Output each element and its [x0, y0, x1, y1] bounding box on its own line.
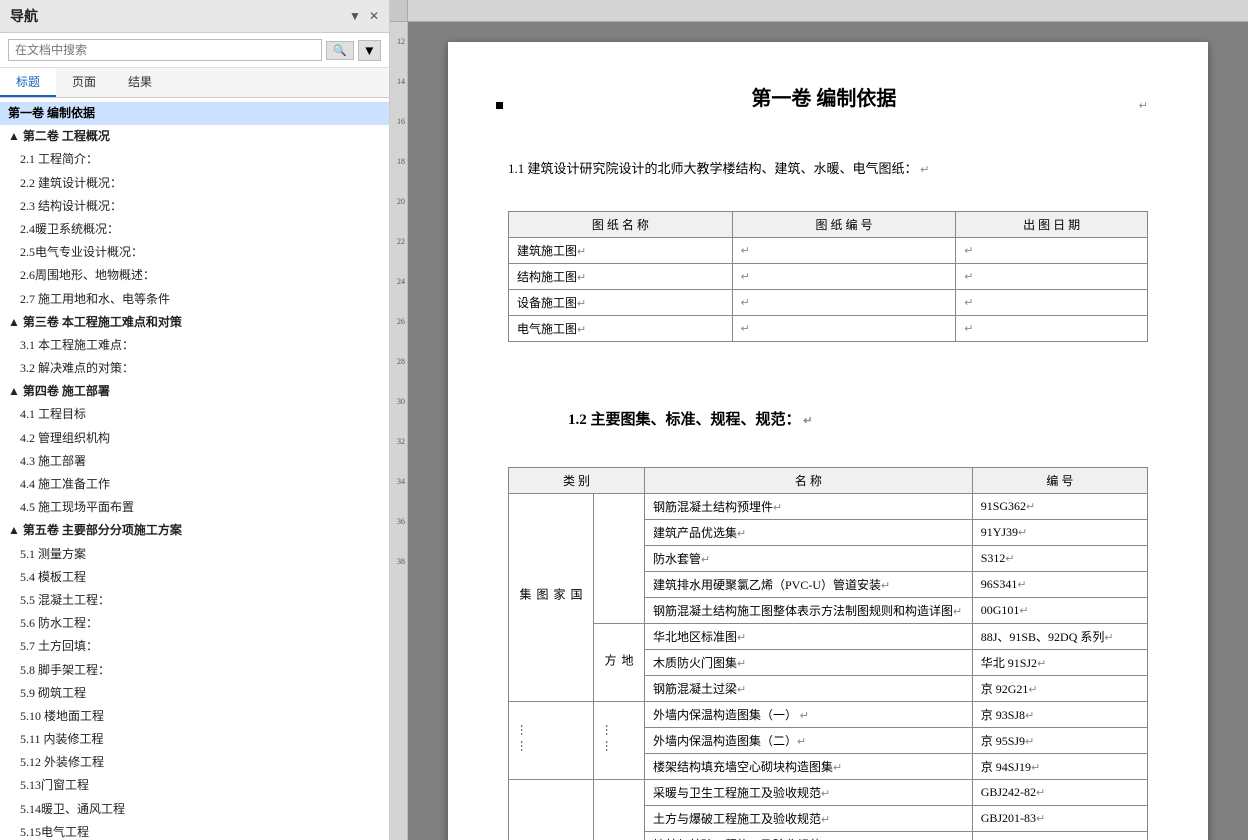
doc-page: 第一卷 编制依据 ↵ 1.1 建筑设计研究院设计的北师大教学楼结构、建筑、水暖、… [448, 42, 1208, 840]
nav-title: 导航 [10, 6, 38, 26]
search-input[interactable] [8, 39, 322, 61]
tree-item-14[interactable]: 4.2 管理组织机构 [0, 427, 389, 450]
tree-item-12[interactable]: ▲ 第四卷 施工部署 [0, 380, 389, 403]
tree-item-10[interactable]: 3.1 本工程施工难点： [0, 334, 389, 357]
table-row: 国家图集 钢筋混凝土结构预埋件↵ 91SG362↵ [509, 493, 1148, 519]
navigation-panel: 导航 ▼ ✕ 🔍 ▼ 标题 页面 结果 第一卷 编制依据▲ 第二卷 工程概况2.… [0, 0, 390, 840]
tree-item-21[interactable]: 5.5 混凝土工程： [0, 589, 389, 612]
doc-title: 第一卷 编制依据 [509, 82, 1139, 111]
tree-item-6[interactable]: 2.5电气专业设计概况： [0, 241, 389, 264]
tree-item-7[interactable]: 2.6周围地形、地物概述： [0, 264, 389, 287]
table-standards-list: 类 别 名 称 编 号 国家图集 钢筋混凝土结构预埋件↵ [508, 467, 1148, 840]
th-drawing-name: 图 纸 名 称 [509, 211, 733, 237]
tree-item-31[interactable]: 5.15电气工程 [0, 821, 389, 840]
th-category: 类 别 [509, 467, 645, 493]
tree-item-17[interactable]: 4.5 施工现场平面布置 [0, 496, 389, 519]
tree-item-8[interactable]: 2.7 施工用地和水、电等条件 [0, 288, 389, 311]
tree-item-30[interactable]: 5.14暖卫、通风工程 [0, 798, 389, 821]
table-row: 电气施工图↵↵↵ [509, 315, 1148, 341]
left-ruler: 1214161820222426283032343638 [390, 22, 408, 840]
tree-item-27[interactable]: 5.11 内装修工程 [0, 728, 389, 751]
tab-page[interactable]: 页面 [56, 68, 112, 97]
th-name: 名 称 [645, 467, 973, 493]
tree-item-2[interactable]: 2.1 工程简介： [0, 148, 389, 171]
tree-item-9[interactable]: ▲ 第三卷 本工程施工难点和对策 [0, 311, 389, 334]
page-wrapper: 第一卷 编制依据 ↵ 1.1 建筑设计研究院设计的北师大教学楼结构、建筑、水暖、… [408, 22, 1248, 840]
tree-item-11[interactable]: 3.2 解决难点的对策： [0, 357, 389, 380]
tab-results[interactable]: 结果 [112, 68, 168, 97]
table-drawing-list: 图 纸 名 称 图 纸 编 号 出 图 日 期 建筑施工图↵↵↵结构施工图↵↵↵… [508, 211, 1148, 342]
nav-header-controls: ▼ ✕ [349, 9, 379, 24]
ruler-bar [390, 0, 1248, 22]
tree-item-0[interactable]: 第一卷 编制依据 [0, 102, 389, 125]
tree-item-4[interactable]: 2.3 结构设计概况： [0, 195, 389, 218]
th-number: 编 号 [972, 467, 1147, 493]
search-bar: 🔍 ▼ [0, 33, 389, 68]
table-row: 设备施工图↵↵↵ [509, 289, 1148, 315]
search-dropdown-button[interactable]: ▼ [358, 40, 381, 61]
tree-item-3[interactable]: 2.2 建筑设计概况： [0, 172, 389, 195]
nav-tree: 第一卷 编制依据▲ 第二卷 工程概况2.1 工程简介：2.2 建筑设计概况：2.… [0, 98, 389, 840]
tree-item-18[interactable]: ▲ 第五卷 主要部分分项施工方案 [0, 519, 389, 542]
th-drawing-date: 出 图 日 期 [956, 211, 1148, 237]
tree-item-25[interactable]: 5.9 砌筑工程 [0, 682, 389, 705]
nav-dropdown-icon[interactable]: ▼ [349, 9, 361, 24]
tree-item-22[interactable]: 5.6 防水工程： [0, 612, 389, 635]
table-row: 建筑施工图↵↵↵ [509, 237, 1148, 263]
tree-item-1[interactable]: ▲ 第二卷 工程概况 [0, 125, 389, 148]
tree-item-28[interactable]: 5.12 外装修工程 [0, 751, 389, 774]
tree-item-24[interactable]: 5.8 脚手架工程： [0, 659, 389, 682]
tree-item-16[interactable]: 4.4 施工准备工作 [0, 473, 389, 496]
tree-item-26[interactable]: 5.10 楼地面工程 [0, 705, 389, 728]
table-row: 地方 华北地区标准图↵ 88J、91SB、92DQ 系列↵ [509, 623, 1148, 649]
nav-header: 导航 ▼ ✕ [0, 0, 389, 33]
tree-item-23[interactable]: 5.7 土方回填： [0, 635, 389, 658]
nav-tabs: 标题 页面 结果 [0, 68, 389, 98]
section-1-2-heading: 1.2 主要图集、标准、规程、规范： ↵ [568, 408, 1148, 429]
search-button[interactable]: 🔍 [326, 41, 354, 60]
tree-item-13[interactable]: 4.1 工程目标 [0, 403, 389, 426]
tree-item-29[interactable]: 5.13门窗工程 [0, 774, 389, 797]
table-row: …… …… 外墙内保温构造图集（一） ↵ 京 93SJ8↵ [509, 701, 1148, 727]
tree-item-15[interactable]: 4.3 施工部署 [0, 450, 389, 473]
tree-item-5[interactable]: 2.4暖卫系统概况： [0, 218, 389, 241]
tree-item-19[interactable]: 5.1 测量方案 [0, 543, 389, 566]
table-row: 结构施工图↵↵↵ [509, 263, 1148, 289]
nav-close-icon[interactable]: ✕ [369, 9, 379, 24]
document-area[interactable]: 1214161820222426283032343638 第一卷 编制依据 ↵ … [390, 0, 1248, 840]
tree-item-20[interactable]: 5.4 模板工程 [0, 566, 389, 589]
th-drawing-number: 图 纸 编 号 [732, 211, 956, 237]
table-row: 规范 国 采暖与卫生工程施工及验收规范↵ GBJ242-82↵ [509, 779, 1148, 805]
search-icon: 🔍 [333, 45, 347, 57]
tab-title[interactable]: 标题 [0, 68, 56, 97]
section-1-1-heading: 1.1 建筑设计研究院设计的北师大教学楼结构、建筑、水暖、电气图纸： ↵ [508, 157, 1148, 181]
